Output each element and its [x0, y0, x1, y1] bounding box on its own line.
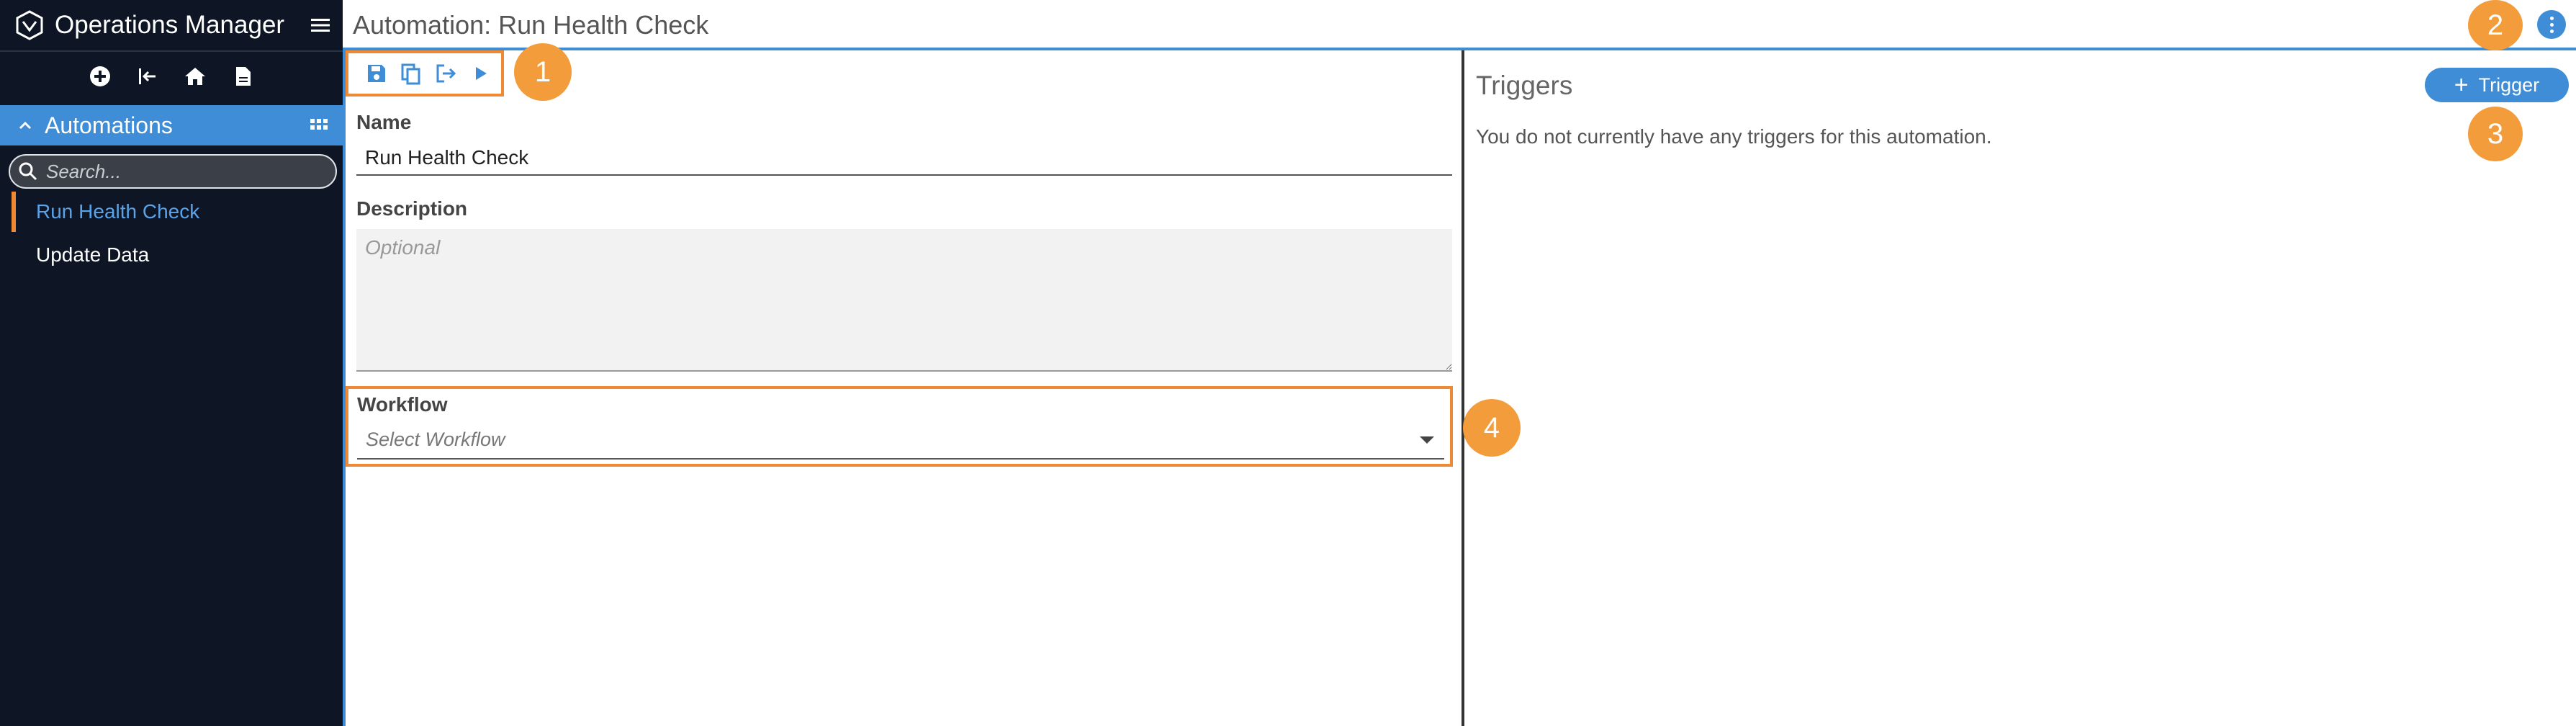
callout-3: 3 — [2468, 107, 2523, 161]
sidebar-item-update-data[interactable]: Update Data — [12, 235, 343, 275]
more-options-icon[interactable] — [2537, 10, 2566, 39]
callout-2: 2 — [2468, 0, 2523, 50]
run-icon[interactable] — [468, 61, 492, 86]
menu-icon[interactable] — [308, 13, 333, 37]
logo-icon — [16, 10, 43, 40]
description-label: Description — [356, 197, 468, 220]
search-input[interactable] — [45, 159, 318, 184]
sidebar: Operations Manager Automations Run Hea — [0, 0, 343, 726]
name-label: Name — [356, 111, 412, 133]
page-header: Automation: Run Health Check — [343, 0, 2576, 50]
sidebar-quick-actions — [0, 58, 343, 95]
grid-icon[interactable] — [308, 115, 330, 136]
workflow-label: Workflow — [357, 393, 448, 416]
app-name: Operations Manager — [55, 11, 285, 39]
export-icon[interactable] — [433, 61, 458, 86]
plus-icon: + — [2454, 71, 2469, 99]
workflow-section: Workflow Select Workflow — [346, 386, 1453, 467]
sidebar-search[interactable] — [9, 154, 337, 189]
brand: Operations Manager — [0, 0, 343, 50]
copy-icon[interactable] — [399, 61, 423, 86]
triggers-title: Triggers — [1476, 71, 1573, 100]
workflow-select-placeholder: Select Workflow — [366, 428, 505, 450]
search-icon — [19, 162, 37, 181]
caret-down-icon[interactable] — [1420, 436, 1434, 444]
section-title: Automations — [45, 112, 173, 138]
triggers-empty-message: You do not currently have any triggers f… — [1476, 125, 1992, 148]
sidebar-item-run-health-check[interactable]: Run Health Check — [12, 192, 343, 232]
home-icon[interactable] — [181, 63, 209, 90]
callout-1: 1 — [514, 43, 572, 101]
sidebar-divider — [0, 50, 343, 52]
add-trigger-label: Trigger — [2478, 73, 2540, 96]
automations-section-header[interactable]: Automations — [0, 105, 343, 145]
callout-4: 4 — [1463, 399, 1521, 457]
exit-icon[interactable] — [134, 63, 161, 90]
chevron-up-icon[interactable] — [14, 115, 36, 136]
workflow-select[interactable]: Select Workflow — [357, 421, 1444, 460]
add-trigger-button[interactable]: + Trigger — [2425, 68, 2569, 102]
panel-divider — [1462, 50, 1464, 726]
description-field[interactable] — [356, 229, 1452, 372]
document-icon[interactable] — [229, 63, 256, 90]
page-title: Automation: Run Health Check — [353, 10, 709, 40]
add-circle-icon[interactable] — [86, 63, 114, 90]
save-icon[interactable] — [364, 61, 389, 86]
automation-toolbar — [346, 50, 504, 97]
name-field[interactable] — [356, 141, 1452, 176]
